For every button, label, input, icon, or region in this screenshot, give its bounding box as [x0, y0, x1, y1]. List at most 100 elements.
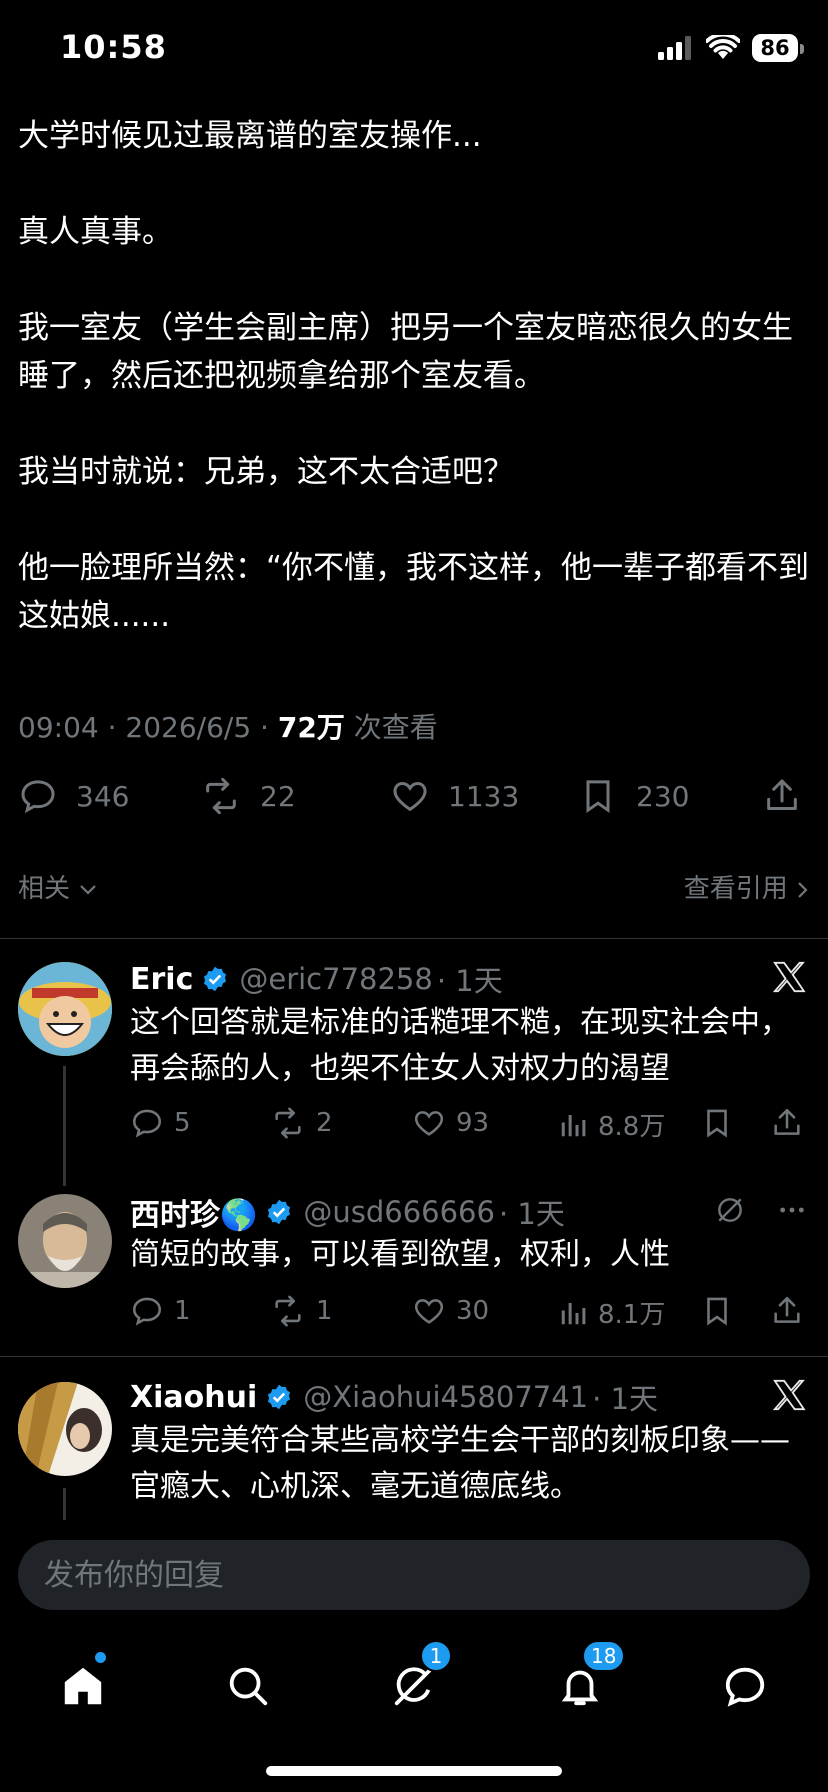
bookmark-button[interactable]: 230 [578, 776, 689, 816]
home-icon [64, 1667, 102, 1705]
reply-item[interactable]: Eric @eric778258 · 1天 这个回答就是标准的话糙理不糙，在现实… [0, 958, 828, 1186]
repost-icon [206, 777, 236, 815]
tweet-paragraph: 他一脸理所当然：“你不懂，我不这样，他一辈子都看不到这姑娘...... [18, 550, 810, 634]
reply-actions: 5 2 93 8.8万 [130, 1106, 810, 1146]
reply-time: · 1天 [592, 1382, 659, 1416]
views-button[interactable]: 8.1万 [558, 1294, 665, 1331]
share-button[interactable] [762, 776, 802, 816]
reply-button[interactable]: 5 [130, 1106, 191, 1140]
author-name[interactable]: 西时珍🌎 [130, 1190, 257, 1234]
like-button[interactable]: 93 [412, 1106, 489, 1140]
status-icons: 86 [658, 34, 804, 62]
share-icon [774, 1108, 800, 1135]
repost-count: 22 [260, 779, 296, 813]
reply-right-icons [714, 1194, 808, 1226]
divider [0, 1356, 828, 1357]
reply-button[interactable]: 1 [130, 1294, 191, 1328]
reply-count: 1 [174, 1296, 191, 1326]
views-count[interactable]: 72万 [278, 711, 345, 744]
reply-button[interactable]: 346 [18, 776, 129, 816]
chevron-right-icon [798, 881, 808, 898]
messages-badge: 1 [420, 1640, 452, 1672]
share-icon [767, 779, 797, 810]
tweet-timestamp: 09:04 · 2026/6/5 · [18, 711, 278, 744]
views-count: 8.8万 [598, 1112, 666, 1142]
view-quotes-label: 查看引用 [683, 874, 788, 904]
grok-icon[interactable] [714, 1194, 746, 1226]
divider [0, 938, 828, 939]
share-button[interactable] [770, 1294, 804, 1328]
reply-text: 简短的故事，可以看到欲望，权利，人性 [130, 1237, 670, 1272]
author-name[interactable]: Xiaohui [130, 1380, 257, 1415]
repost-count: 1 [316, 1296, 333, 1326]
bookmark-icon [707, 1109, 727, 1138]
reply-composer [0, 1520, 828, 1616]
tab-notifications[interactable]: 18 [540, 1640, 626, 1726]
analytics-icon [561, 1114, 586, 1136]
like-count: 1133 [448, 779, 520, 813]
tweet-meta: 09:04 · 2026/6/5 · 72万 次查看 [18, 706, 438, 746]
battery-indicator: 86 [752, 34, 804, 62]
avatar[interactable] [18, 962, 112, 1056]
tweet-actions: 346 22 1133 230 [18, 776, 810, 832]
heart-icon [393, 781, 427, 812]
bookmark-icon [707, 1297, 727, 1326]
tweet-text: 大学时候见过最离谱的室友操作... 真人真事。 我一室友（学生会副主席）把另一个… [18, 112, 818, 640]
like-button[interactable]: 30 [412, 1294, 489, 1328]
share-button[interactable] [770, 1106, 804, 1140]
repost-button[interactable]: 2 [270, 1106, 333, 1140]
chat-bubble-icon [725, 1667, 765, 1707]
reply-item[interactable]: 西时珍🌎 @usd666666 · 1天 简短的故事，可以看到欲望，权利，人性 … [0, 1190, 828, 1360]
reply-icon [21, 780, 55, 814]
tab-grok[interactable]: 1 [374, 1640, 454, 1726]
avatar-image [18, 962, 112, 1056]
repost-icon [275, 1295, 301, 1327]
repost-icon [275, 1107, 301, 1139]
like-button[interactable]: 1133 [390, 776, 519, 816]
bookmark-icon [586, 780, 610, 814]
views-count: 8.1万 [598, 1300, 666, 1330]
share-icon [774, 1296, 800, 1323]
bookmark-button[interactable] [700, 1106, 734, 1140]
view-quotes-link[interactable]: 查看引用 [684, 868, 810, 905]
more-options-icon[interactable] [776, 1194, 808, 1226]
heart-icon [414, 1299, 444, 1324]
status-bar: 10:58 86 [0, 0, 828, 100]
status-time: 10:58 [60, 28, 167, 66]
repost-button[interactable]: 1 [270, 1294, 333, 1328]
avatar[interactable] [18, 1382, 112, 1476]
tab-home[interactable] [43, 1646, 123, 1726]
reply-item[interactable]: Xiaohui @Xiaohui45807741 · 1天 真是完美符合某些高校… [0, 1376, 828, 1520]
author-name[interactable]: Eric [130, 962, 193, 997]
author-handle[interactable]: @usd666666 [303, 1195, 495, 1229]
like-count: 93 [456, 1108, 490, 1138]
reply-header: Xiaohui @Xiaohui45807741 · 1天 [130, 1376, 658, 1418]
thread-line [63, 1488, 66, 1520]
analytics-icon [561, 1302, 586, 1324]
reply-text: 这个回答就是标准的话糙理不糙，在现实社会中，再会舔的人，也架不住女人对权力的渴望 [130, 1005, 790, 1086]
like-count: 30 [456, 1296, 490, 1326]
verified-badge-icon [204, 966, 227, 992]
views-label: 次查看 [344, 711, 438, 744]
verified-badge-icon [268, 1384, 291, 1410]
new-content-dot [95, 1652, 106, 1663]
views-button[interactable]: 8.8万 [558, 1106, 665, 1143]
tweet-paragraph: 大学时候见过最离谱的室友操作... [18, 118, 482, 154]
reply-time: · 1天 [436, 964, 503, 998]
author-handle[interactable]: @Xiaohui45807741 [303, 1380, 588, 1414]
tweet-paragraph: 我当时就说：兄弟，这不太合适吧？ [18, 454, 514, 490]
wifi-icon [706, 35, 740, 59]
avatar[interactable] [18, 1194, 112, 1288]
reply-input[interactable] [18, 1540, 810, 1610]
repost-button[interactable]: 22 [200, 776, 296, 816]
reply-header: 西时珍🌎 @usd666666 · 1天 [130, 1190, 565, 1234]
bookmark-button[interactable] [700, 1294, 734, 1328]
related-dropdown[interactable]: 相关 [18, 874, 98, 904]
notifications-badge: 18 [582, 1640, 626, 1672]
author-handle[interactable]: @eric778258 [239, 962, 432, 996]
tweet-paragraph: 我一室友（学生会副主席）把另一个室友暗恋很久的女生睡了，然后还把视频拿给那个室友… [18, 310, 793, 394]
tab-search[interactable] [208, 1646, 288, 1726]
heart-icon [414, 1111, 444, 1136]
home-indicator [266, 1766, 562, 1776]
tab-messages[interactable] [705, 1646, 785, 1726]
